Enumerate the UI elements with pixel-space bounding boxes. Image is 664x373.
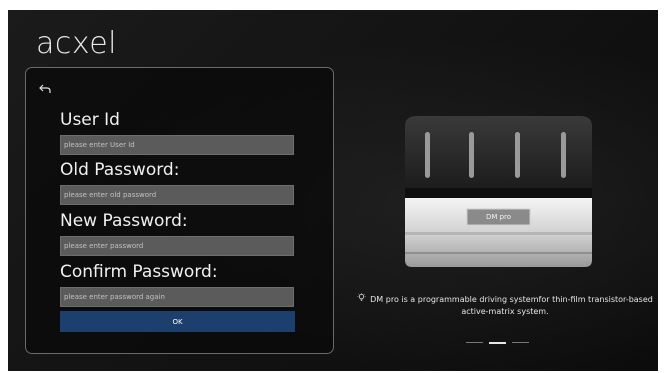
brand-logo-text: acxel <box>36 26 118 61</box>
confirm-password-label: Confirm Password: <box>60 262 218 282</box>
carousel-indicator <box>462 342 534 346</box>
new-password-label: New Password: <box>60 211 188 231</box>
back-arrow-icon[interactable] <box>38 82 52 96</box>
lightbulb-icon <box>357 293 366 306</box>
old-password-input[interactable] <box>60 185 294 205</box>
carousel-dot[interactable] <box>466 342 483 343</box>
old-password-label: Old Password: <box>60 160 180 180</box>
user-id-input[interactable] <box>60 135 294 155</box>
carousel-dot-active[interactable] <box>489 342 506 344</box>
product-caption: DM pro is a programmable driving systemf… <box>355 293 655 318</box>
carousel-dot[interactable] <box>512 342 529 343</box>
product-image: DM pro <box>395 112 602 272</box>
confirm-password-input[interactable] <box>60 287 294 307</box>
product-badge-label: DM pro <box>485 213 512 221</box>
user-id-label: User Id <box>60 110 120 130</box>
ok-button[interactable]: OK <box>60 311 295 332</box>
product-caption-text: DM pro is a programmable driving systemf… <box>370 295 653 316</box>
new-password-input[interactable] <box>60 236 294 256</box>
